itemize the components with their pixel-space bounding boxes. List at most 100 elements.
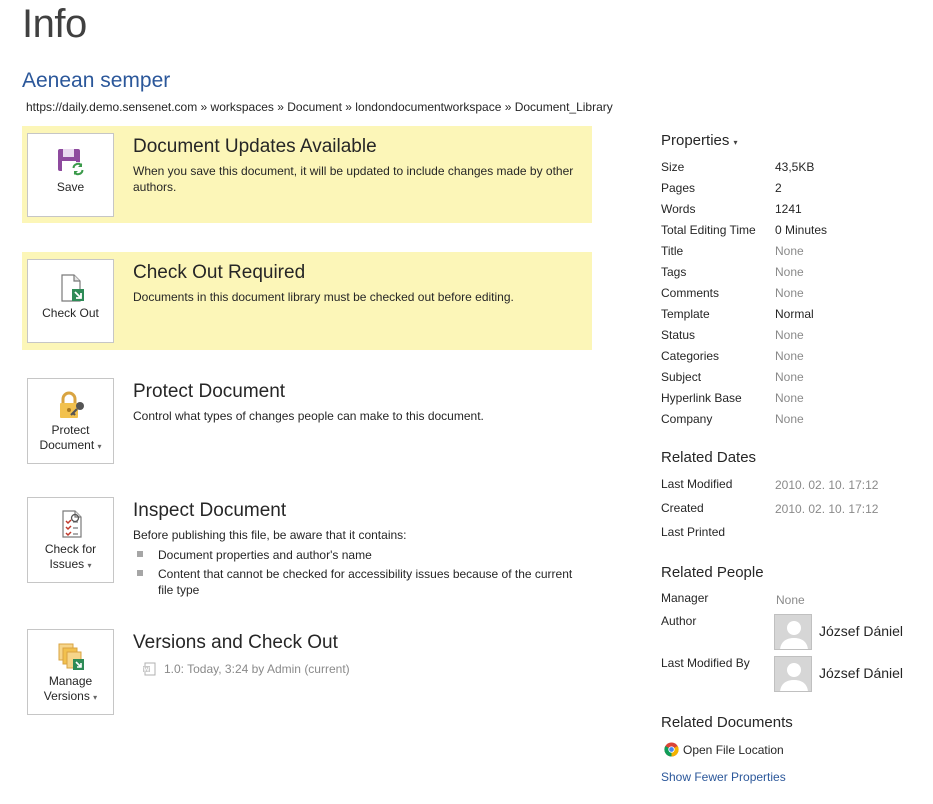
updates-heading: Document Updates Available	[133, 136, 377, 157]
property-row-size: Size 43,5KB	[661, 160, 921, 178]
manage-versions-label: Manage Versions ▾	[28, 674, 113, 705]
property-row-categories: Categories None	[661, 349, 921, 367]
property-key: Pages	[661, 181, 696, 195]
open-file-location-link[interactable]: Open File Location	[664, 742, 784, 757]
updates-body: Document Updates Available When you save…	[133, 136, 582, 195]
people-row-manager: Manager None	[661, 591, 921, 609]
last-modified-by-person[interactable]: József Dániel	[774, 656, 914, 692]
property-row-template: Template Normal	[661, 307, 921, 325]
dropdown-caret-icon: ▾	[97, 442, 102, 451]
versions-icon	[58, 643, 84, 670]
property-key: Categories	[661, 349, 720, 363]
word-document-icon	[143, 662, 156, 676]
related-people-heading: Related People	[661, 564, 764, 581]
check-out-button-label: Check Out	[42, 306, 99, 320]
save-button[interactable]: Save	[27, 133, 114, 217]
related-dates-heading: Related Dates	[661, 449, 757, 466]
people-row-last-modified-by: Last Modified By József Dániel	[661, 656, 921, 696]
comments-field[interactable]: None	[775, 286, 804, 300]
property-row-subject: Subject None	[661, 370, 921, 388]
check-out-button[interactable]: Check Out	[27, 259, 114, 343]
last-modified-by-name: József Dániel	[819, 665, 904, 681]
inspect-document-section: Check for Issues ▾ Inspect Document Befo…	[22, 490, 592, 600]
save-button-label: Save	[56, 180, 85, 194]
lock-key-icon	[59, 391, 84, 418]
check-out-icon	[60, 274, 84, 302]
checkout-heading: Check Out Required	[133, 262, 306, 283]
page-title: Info	[22, 2, 87, 46]
property-key: Size	[661, 160, 685, 174]
property-key: Hyperlink Base	[661, 391, 742, 405]
person-silhouette-icon	[780, 621, 808, 649]
versions-heading: Versions and Check Out	[133, 632, 338, 653]
chrome-browser-icon	[664, 742, 679, 757]
property-row-hyperlink-base: Hyperlink Base None	[661, 391, 921, 409]
protect-body: Protect Document Control what types of c…	[133, 381, 582, 424]
subject-field[interactable]: None	[775, 370, 804, 384]
hyperlink-base-field[interactable]: None	[775, 391, 804, 405]
properties-heading-text: Properties	[661, 132, 730, 149]
versions-section: Manage Versions ▾ Versions and Check Out…	[22, 622, 592, 722]
list-item: Document properties and author's name	[133, 547, 582, 563]
versions-label-line2: Versions	[43, 689, 90, 703]
bullet-square-icon	[137, 551, 143, 557]
checkout-body: Check Out Required Documents in this doc…	[133, 262, 582, 305]
tags-field[interactable]: None	[775, 265, 804, 279]
company-field[interactable]: None	[775, 412, 804, 426]
inspect-description: Before publishing this file, be aware th…	[133, 528, 407, 542]
author-name: József Dániel	[819, 623, 904, 639]
inspect-checklist-icon	[61, 510, 82, 538]
title-field[interactable]: None	[775, 244, 804, 258]
properties-heading[interactable]: Properties ▾	[661, 132, 738, 149]
checkout-required-section: Check Out Check Out Required Documents i…	[22, 252, 592, 350]
version-entry[interactable]: 1.0: Today, 3:24 by Admin (current)	[133, 662, 582, 676]
property-key: Tags	[661, 265, 687, 279]
manager-label: Manager	[661, 591, 709, 605]
status-field[interactable]: None	[775, 328, 804, 342]
dropdown-caret-icon: ▾	[733, 138, 738, 147]
date-row-last-modified: Last Modified 2010. 02. 10. 17:12	[661, 477, 921, 495]
property-row-words: Words 1241	[661, 202, 921, 220]
protect-heading: Protect Document	[133, 381, 286, 402]
date-row-last-printed: Last Printed	[661, 525, 921, 543]
property-value: Normal	[775, 307, 814, 321]
property-key: Title	[661, 244, 684, 258]
document-title: Aenean semper	[22, 69, 171, 92]
inspect-body: Inspect Document Before publishing this …	[133, 500, 582, 601]
property-key: Total Editing Time	[661, 223, 756, 237]
property-row-status: Status None	[661, 328, 921, 346]
inspect-label-line2: Issues	[49, 557, 85, 571]
save-sync-icon	[57, 149, 85, 176]
property-row-title: Title None	[661, 244, 921, 262]
property-value: 2	[775, 181, 782, 195]
protect-document-section: Protect Document ▾ Protect Document Cont…	[22, 371, 592, 471]
dropdown-caret-icon: ▾	[87, 561, 92, 570]
breadcrumb: https://daily.demo.sensenet.com » worksp…	[26, 100, 613, 114]
bullet-text: Document properties and author's name	[158, 548, 372, 562]
manage-versions-button[interactable]: Manage Versions ▾	[27, 629, 114, 715]
versions-label-line1: Manage	[48, 674, 93, 688]
related-documents-heading: Related Documents	[661, 714, 793, 731]
property-row-comments: Comments None	[661, 286, 921, 304]
updates-description: When you save this document, it will be …	[133, 164, 574, 194]
author-person[interactable]: József Dániel	[774, 614, 914, 650]
protect-document-label: Protect Document ▾	[28, 423, 113, 454]
versions-body: Versions and Check Out 1.0: Today, 3:24 …	[133, 632, 582, 676]
show-fewer-properties-link[interactable]: Show Fewer Properties	[661, 770, 786, 784]
property-value: 0 Minutes	[775, 223, 828, 237]
bullet-text: Content that cannot be checked for acces…	[158, 567, 573, 597]
manager-field[interactable]: None	[776, 593, 805, 607]
categories-field[interactable]: None	[775, 349, 804, 363]
property-value: 43,5KB	[775, 160, 815, 174]
property-key: Words	[661, 202, 696, 216]
property-row-tags: Tags None	[661, 265, 921, 283]
protect-label-line1: Protect	[51, 423, 90, 437]
avatar	[774, 614, 812, 650]
property-row-pages: Pages 2	[661, 181, 921, 199]
property-key: Status	[661, 328, 696, 342]
check-for-issues-button[interactable]: Check for Issues ▾	[27, 497, 114, 583]
open-file-location-text: Open File Location	[683, 742, 784, 757]
protect-document-button[interactable]: Protect Document ▾	[27, 378, 114, 464]
date-row-created: Created 2010. 02. 10. 17:12	[661, 501, 921, 519]
checkout-description: Documents in this document library must …	[133, 290, 514, 304]
